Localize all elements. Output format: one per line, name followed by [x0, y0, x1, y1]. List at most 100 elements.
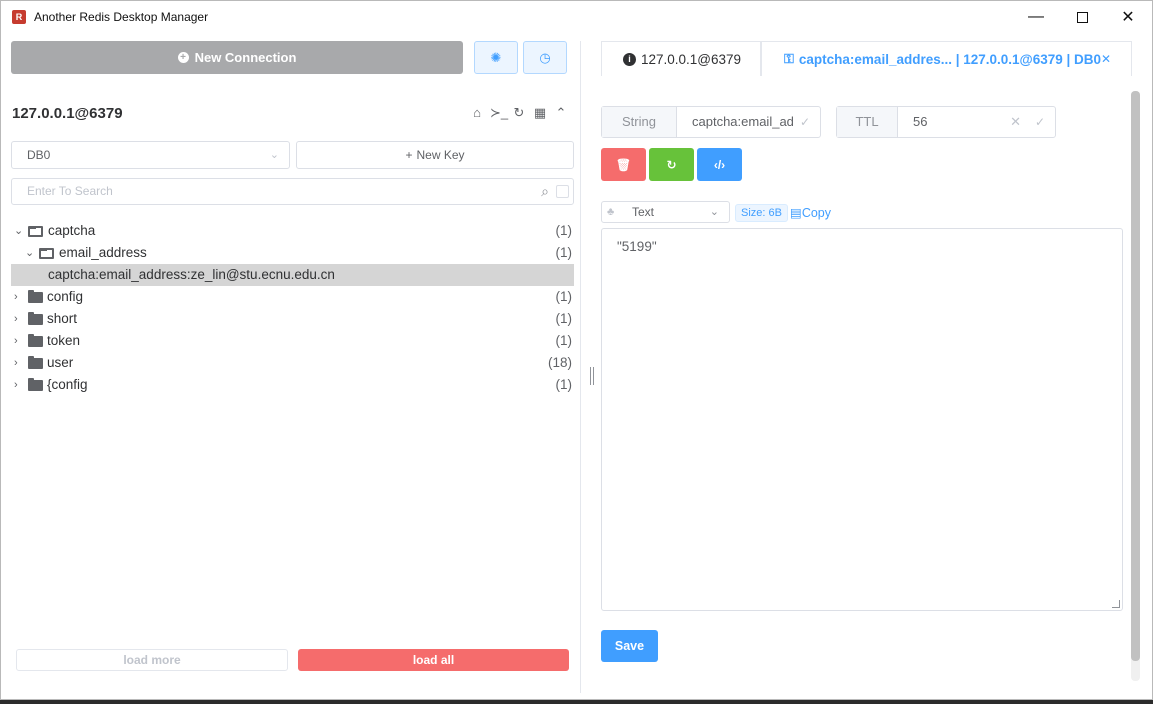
tab-label: 127.0.0.1@6379 [641, 51, 742, 67]
tree-item-count: (1) [555, 377, 573, 392]
search-icon[interactable]: ⌕ [541, 179, 549, 204]
chevron-right-icon[interactable]: › [14, 308, 18, 330]
ttl-input[interactable]: 56 ✕ ✓ [898, 107, 1055, 137]
plus-icon: + [405, 148, 413, 162]
tree-item-captcha[interactable]: ⌄ captcha (1) [11, 220, 574, 242]
load-more-button[interactable]: load more [16, 649, 288, 671]
tree-item-count: (18) [547, 355, 572, 370]
format-select[interactable]: ♣ Text ⌄ [601, 201, 730, 223]
maximize-icon [1076, 11, 1088, 23]
folder-open-icon [28, 226, 43, 237]
copy-button[interactable]: ▤Copy [790, 204, 831, 222]
key-name-input[interactable]: captcha:email_ad ✓ [677, 107, 820, 137]
refresh-icon: ↻ [666, 157, 677, 172]
app-logo-icon: R [12, 10, 26, 24]
folder-open-icon [39, 248, 54, 259]
home-icon[interactable]: ⌂ [469, 105, 485, 121]
sitemap-icon: ♣ [607, 206, 615, 218]
pane-resize-handle[interactable] [590, 367, 594, 385]
minimize-button[interactable]: — [1013, 1, 1059, 33]
folder-icon [28, 378, 43, 391]
new-connection-label: New Connection [194, 50, 297, 65]
value-textarea[interactable]: "5199" [601, 228, 1123, 611]
chevron-right-icon[interactable]: › [14, 286, 18, 308]
check-icon[interactable]: ✓ [1035, 107, 1045, 137]
folder-icon [28, 312, 43, 325]
close-window-button[interactable]: ✕ [1105, 1, 1151, 33]
tree-item-label: token [47, 333, 81, 348]
exact-search-checkbox[interactable] [556, 185, 569, 198]
delete-key-button[interactable]: 🗑 [601, 148, 646, 181]
resize-grip-icon[interactable] [1112, 600, 1120, 608]
tree-item-token[interactable]: › token (1) [11, 330, 574, 352]
maximize-button[interactable] [1059, 1, 1105, 33]
info-icon: i [623, 52, 636, 66]
pane-divider [580, 41, 581, 693]
tree-item-brace-config[interactable]: › {config (1) [11, 374, 574, 396]
chevron-down-icon: ⌄ [269, 149, 279, 161]
clear-icon[interactable]: ✕ [1010, 107, 1021, 137]
size-badge: Size: 6B [735, 204, 788, 222]
tab-bar: i 127.0.0.1@6379 ⚿ captcha:email_addres.… [601, 41, 1132, 76]
load-all-button[interactable]: load all [298, 649, 569, 671]
tree-item-short[interactable]: › short (1) [11, 308, 574, 330]
chevron-right-icon[interactable]: › [14, 330, 18, 352]
ttl-value: 56 [913, 114, 928, 129]
key-name-value: captcha:email_ad [692, 114, 794, 129]
check-icon[interactable]: ✓ [800, 107, 810, 137]
tree-item-label: config [47, 289, 84, 304]
search-input[interactable]: Enter To Search ⌕ [11, 178, 574, 205]
plus-circle-icon: + [177, 52, 189, 63]
folder-icon [28, 334, 43, 347]
chevron-down-icon: ⌄ [709, 206, 719, 218]
terminal-icon[interactable]: ≻_ [490, 105, 508, 121]
settings-button[interactable]: ✺ [474, 41, 518, 74]
new-connection-button[interactable]: + New Connection [11, 41, 463, 74]
save-button[interactable]: Save [601, 630, 658, 662]
key-icon: ⚿ [784, 51, 794, 66]
document-icon: ▤ [790, 206, 802, 220]
chevron-up-icon[interactable]: ⌃ [553, 105, 569, 121]
tree-item-label: user [47, 355, 74, 370]
chevron-right-icon[interactable]: › [14, 374, 18, 396]
tree-item-label: {config [47, 377, 88, 392]
gear-icon: ✺ [490, 49, 502, 65]
refresh-key-button[interactable]: ↻ [649, 148, 694, 181]
tree-item-label: short [47, 311, 78, 326]
format-select-value: Text [632, 205, 655, 219]
tree-item-count: (1) [555, 245, 573, 260]
chevron-down-icon[interactable]: ⌄ [25, 242, 34, 264]
ttl-label: TTL [837, 107, 898, 137]
tree-item-count: (1) [555, 289, 573, 304]
connection-toolbar: ⌂ ≻_ ↻ ▦ ⌃ [469, 105, 569, 121]
search-placeholder: Enter To Search [27, 184, 113, 198]
tree-item-email-address[interactable]: ⌄ email_address (1) [11, 242, 574, 264]
tree-item-config[interactable]: › config (1) [11, 286, 574, 308]
app-window: R Another Redis Desktop Manager — ✕ + Ne… [0, 0, 1153, 700]
scrollbar-thumb[interactable] [1131, 91, 1140, 661]
tree-item-key-selected[interactable]: captcha:email_address:ze_lin@stu.ecnu.ed… [11, 264, 574, 286]
connection-name: 127.0.0.1@6379 [12, 105, 123, 122]
tab-label: captcha:email_addres... | 127.0.0.1@6379… [798, 51, 1102, 67]
chevron-right-icon[interactable]: › [14, 352, 18, 374]
tree-item-count: (1) [555, 223, 573, 238]
tab-key-detail[interactable]: ⚿ captcha:email_addres... | 127.0.0.1@63… [761, 41, 1132, 76]
clock-icon: ◷ [539, 49, 551, 65]
tree-item-user[interactable]: › user (18) [11, 352, 574, 374]
folder-icon [28, 356, 43, 369]
db-select[interactable]: DB0 ⌄ [11, 141, 290, 169]
grid-icon[interactable]: ▦ [532, 105, 548, 121]
refresh-icon[interactable]: ↻ [511, 105, 527, 121]
dump-command-button[interactable]: ‹/› [697, 148, 742, 181]
close-tab-icon[interactable]: ✕ [1101, 52, 1111, 66]
key-tree: ⌄ captcha (1) ⌄ email_address (1) captch… [11, 220, 574, 396]
folder-icon [28, 290, 43, 303]
window-title: Another Redis Desktop Manager [34, 10, 209, 24]
ttl-group: TTL 56 ✕ ✓ [836, 106, 1056, 138]
tab-connection-info[interactable]: i 127.0.0.1@6379 [601, 41, 761, 76]
history-button[interactable]: ◷ [523, 41, 567, 74]
key-type-label: String [602, 107, 677, 137]
chevron-down-icon[interactable]: ⌄ [14, 220, 23, 242]
new-key-button[interactable]: + New Key [296, 141, 574, 169]
value-text: "5199" [617, 239, 657, 254]
